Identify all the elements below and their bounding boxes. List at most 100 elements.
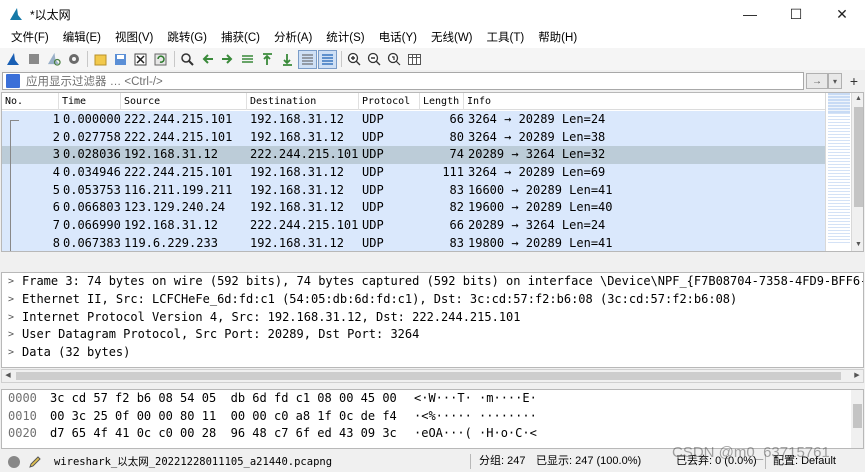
maximize-button[interactable]: ☐ [773,0,819,28]
scroll-thumb[interactable] [16,372,841,380]
display-filter-bar: 应用显示过滤器 … <Ctrl-/> → ▾ + [0,71,865,91]
expert-info-indicator-icon[interactable] [8,455,20,468]
window-title: *以太网 [30,7,71,22]
expand-arrow-icon[interactable]: > [8,273,14,291]
first-packet-icon[interactable] [258,50,277,69]
minimize-button[interactable]: — [727,0,773,28]
packet-info: 3264 → 20289 Len=24 [468,112,606,126]
packet-list-scrollbar[interactable]: ▲ ▼ [851,93,863,251]
go-to-packet-icon[interactable] [238,50,257,69]
hex-row[interactable]: 0000 3c cd 57 f2 b6 08 54 05 db 6d fd c1… [2,390,863,408]
scroll-left-icon[interactable]: ◀ [2,370,14,382]
packet-bytes[interactable]: 0000 3c cd 57 f2 b6 08 54 05 db 6d fd c1… [1,389,864,449]
detail-frame[interactable]: > Frame 3: 74 bytes on wire (592 bits), 7… [2,273,863,291]
bookmark-icon[interactable] [6,74,20,88]
go-forward-icon[interactable] [218,50,237,69]
zoom-out-icon[interactable] [365,50,384,69]
menu-analyze[interactable]: 分析(A) [267,28,319,48]
capture-options-gear-icon[interactable] [64,50,83,69]
expand-arrow-icon[interactable]: > [8,344,14,362]
col-length[interactable]: Length [420,93,464,110]
packet-length: 66 [449,218,464,233]
resize-columns-icon[interactable] [405,50,424,69]
packet-protocol: UDP [362,218,384,233]
packet-row[interactable]: 3 0.028036 192.168.31.12 222.244.215.101 UDP… [2,146,825,165]
packet-row[interactable]: 5 0.053753 116.211.199.211 192.168.31.12 UDP… [2,181,825,200]
packet-list[interactable]: No. Time Source Destination Protocol Len… [1,92,864,252]
colorize-icon[interactable] [318,49,337,69]
col-destination[interactable]: Destination [247,93,359,110]
detail-ipv4[interactable]: > Internet Protocol Version 4, Src: 192.1… [2,309,863,327]
close-file-icon[interactable] [131,50,150,69]
capture-filename: wireshark_以太网_20221228011105_a21440.pcap… [54,456,333,468]
packet-row[interactable]: 8 0.067383 119.6.229.233 192.168.31.12 UDP 83… [2,234,825,251]
go-back-icon[interactable] [198,50,217,69]
col-time[interactable]: Time [59,93,121,110]
hex-row[interactable]: 0020 d7 65 4f 41 0c c0 00 28 96 48 c7 6f… [2,425,863,443]
packet-row[interactable]: 7 0.066990 192.168.31.12 222.244.215.101 UDP… [2,217,825,235]
detail-udp[interactable]: > User Datagram Protocol, Src Port: 20289… [2,326,863,344]
auto-scroll-icon[interactable] [298,49,317,69]
packet-source: 222.244.215.101 [124,165,233,180]
col-info[interactable]: Info [464,93,850,110]
normal-size-icon[interactable] [385,50,404,69]
toolbar-separator [341,51,342,67]
status-displayed: 已显示: 247 (100.0%) [536,455,642,467]
scroll-up-icon[interactable]: ▲ [852,93,863,105]
shark-fin-start-icon[interactable] [4,50,23,69]
scroll-thumb[interactable] [854,107,863,207]
save-file-icon[interactable] [111,50,130,69]
open-folder-icon[interactable] [91,50,110,69]
packet-row[interactable]: 6 0.066803 123.129.240.24 192.168.31.12 UDP 8… [2,199,825,218]
expand-arrow-icon[interactable]: > [8,291,14,309]
packet-destination: 192.168.31.12 [250,200,344,215]
edit-comment-icon[interactable] [28,455,42,469]
menu-capture[interactable]: 捕获(C) [214,28,267,48]
scroll-right-icon[interactable]: ▶ [851,370,863,382]
filter-history-dropdown[interactable]: ▾ [828,73,842,89]
packet-row[interactable]: 2 0.027758 222.244.215.101 192.168.31.12 UDP… [2,128,825,147]
packet-row[interactable]: 1 0.000000 222.244.215.101 192.168.31.12 UDP… [2,111,825,129]
packet-length: 66 [449,112,464,126]
col-protocol[interactable]: Protocol [359,93,420,110]
detail-ethernet[interactable]: > Ethernet II, Src: LCFCHeFe_6d:fd:c1 (54… [2,291,863,309]
menu-tools[interactable]: 工具(T) [480,28,532,48]
packet-details[interactable]: > Frame 3: 74 bytes on wire (592 bits), 7… [1,272,864,368]
packet-time: 0.034946 [63,165,121,180]
menu-statistics[interactable]: 统计(S) [319,28,371,48]
title-bar: *以太网 — ☐ ✕ [0,0,865,28]
restart-fin-icon[interactable] [44,50,63,69]
expand-arrow-icon[interactable]: > [8,326,14,344]
col-no[interactable]: No. [2,93,59,110]
menu-file[interactable]: 文件(F) [4,28,56,48]
packet-protocol: UDP [362,147,384,162]
packet-length: 74 [449,147,464,162]
close-window-button[interactable]: ✕ [819,0,865,28]
add-filter-button[interactable]: + [846,72,862,90]
menu-help[interactable]: 帮助(H) [531,28,584,48]
scroll-down-icon[interactable]: ▼ [852,239,863,251]
stop-square-icon[interactable] [24,50,43,69]
packet-info: 19600 → 20289 Len=40 [468,200,613,215]
menu-go[interactable]: 跳转(G) [160,28,214,48]
menu-wireless[interactable]: 无线(W) [424,28,480,48]
packet-row[interactable]: 4 0.034946 222.244.215.101 192.168.31.12 UDP… [2,164,825,182]
details-horizontal-scrollbar[interactable]: ◀ ▶ [1,369,864,383]
find-packet-icon[interactable] [178,50,197,69]
reload-icon[interactable] [151,50,170,69]
col-source[interactable]: Source [121,93,247,110]
detail-data[interactable]: > Data (32 bytes) [2,344,863,362]
packet-info: 16600 → 20289 Len=41 [468,182,613,197]
zoom-in-icon[interactable] [345,50,364,69]
bytes-scrollbar[interactable] [851,390,863,448]
apply-filter-button[interactable]: → [806,73,828,89]
display-filter-input[interactable]: 应用显示过滤器 … <Ctrl-/> [2,72,804,90]
menu-edit[interactable]: 编辑(E) [56,28,108,48]
menu-telephony[interactable]: 电话(Y) [372,28,424,48]
expand-arrow-icon[interactable]: > [8,309,14,327]
hex-row[interactable]: 0010 00 3c 25 0f 00 00 80 11 00 00 c0 a8… [2,408,863,426]
menu-view[interactable]: 视图(V) [108,28,160,48]
last-packet-icon[interactable] [278,50,297,69]
packet-info: 3264 → 20289 Len=69 [468,165,606,180]
packet-minimap[interactable] [825,93,851,251]
